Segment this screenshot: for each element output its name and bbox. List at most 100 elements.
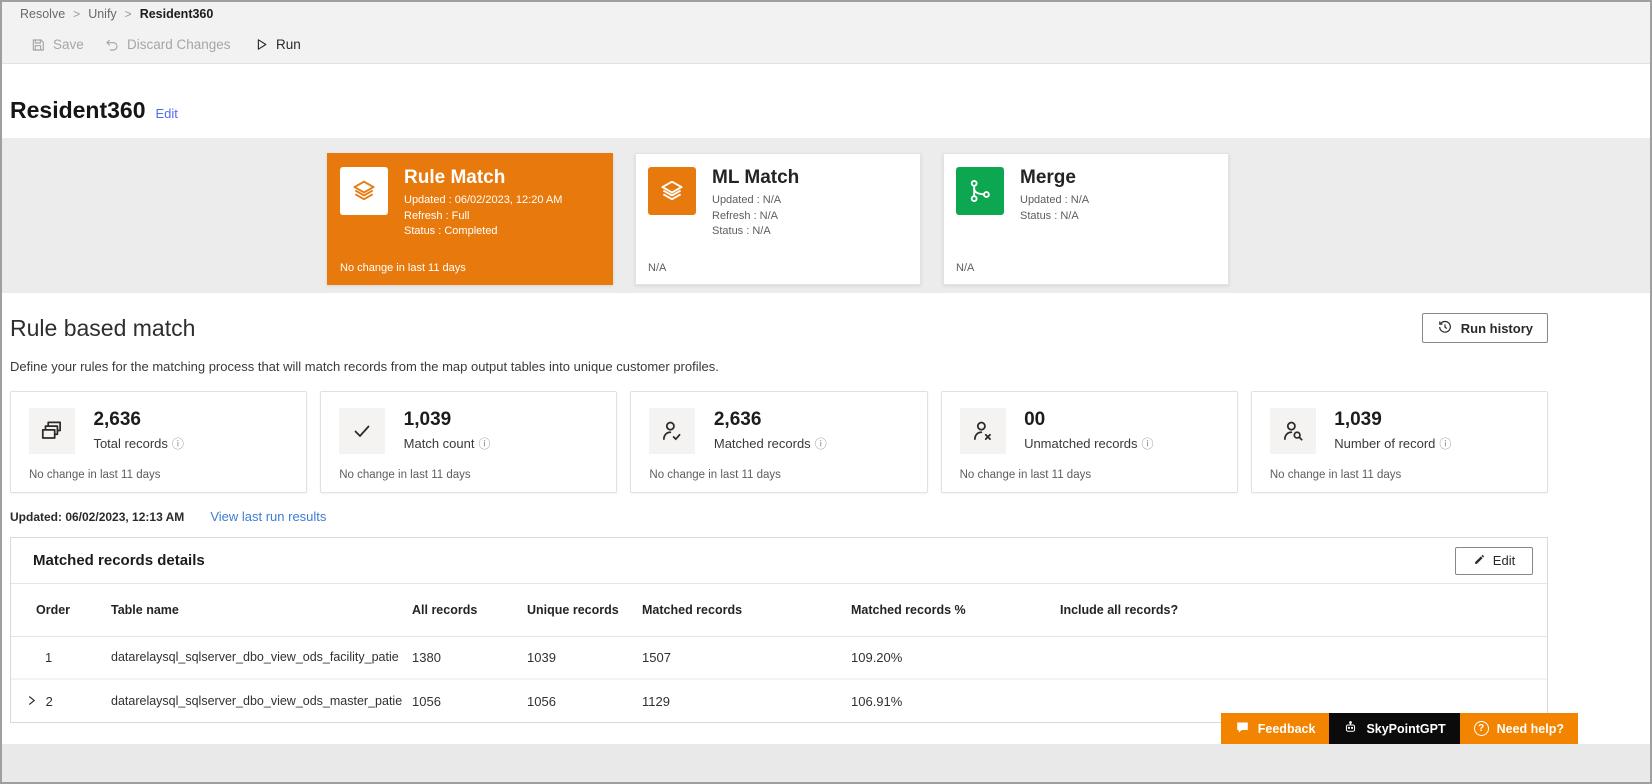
floating-buttons: Feedback SkyPointGPT ? Need help? bbox=[1220, 713, 1578, 744]
section-description: Define your rules for the matching proce… bbox=[10, 359, 719, 374]
question-icon: ? bbox=[1473, 721, 1489, 736]
view-last-run-results-link[interactable]: View last run results bbox=[210, 509, 326, 524]
breadcrumb-resolve[interactable]: Resolve bbox=[20, 7, 65, 21]
run-label: Run bbox=[276, 37, 301, 52]
table-row[interactable]: 1 datarelaysql_sqlserver_dbo_view_ods_fa… bbox=[11, 636, 1547, 679]
card-refresh: Refresh : Full bbox=[404, 209, 470, 222]
card-updated: Updated : 06/02/2023, 12:20 AM bbox=[404, 194, 563, 206]
skypointgpt-button[interactable]: SkyPointGPT bbox=[1329, 713, 1460, 744]
card-status: Status : Completed bbox=[404, 225, 498, 237]
play-icon bbox=[254, 37, 269, 52]
row-order: 1 bbox=[45, 649, 53, 665]
card-title: Merge bbox=[1020, 167, 1076, 188]
save-button[interactable]: Save bbox=[30, 26, 84, 63]
matched-records-panel: Matched records details Edit Order Table… bbox=[10, 537, 1548, 723]
stat-label: Match count bbox=[403, 436, 475, 451]
card-refresh: Refresh : N/A bbox=[712, 209, 779, 222]
info-icon[interactable]: ⓘ bbox=[1142, 437, 1154, 451]
card-title: Rule Match bbox=[404, 167, 506, 188]
card-status: Status : N/A bbox=[1020, 209, 1079, 222]
breadcrumb-separator-icon: > bbox=[73, 7, 81, 21]
skypointgpt-label: SkyPointGPT bbox=[1366, 721, 1446, 736]
stat-label: Number of record bbox=[1334, 436, 1436, 451]
ml-match-card[interactable]: ML Match Updated : N/A Refresh : N/A Sta… bbox=[635, 153, 921, 285]
feedback-label: Feedback bbox=[1257, 721, 1316, 736]
stat-value: 00 bbox=[1024, 409, 1046, 430]
need-help-label: Need help? bbox=[1496, 721, 1564, 736]
info-icon[interactable]: ⓘ bbox=[172, 437, 184, 451]
card-status: Status : N/A bbox=[712, 225, 771, 237]
breadcrumb-unify[interactable]: Unify bbox=[88, 7, 116, 21]
panel-edit-label: Edit bbox=[1492, 553, 1516, 568]
col-table-name: Table name bbox=[111, 602, 179, 617]
info-icon[interactable]: ⓘ bbox=[1439, 437, 1451, 451]
info-icon[interactable]: ⓘ bbox=[478, 437, 490, 451]
run-history-button[interactable]: Run history bbox=[1421, 313, 1548, 343]
stat-match-count: 1,039 Match count ⓘ No change in last 11 … bbox=[320, 391, 618, 493]
stat-footer: No change in last 11 days bbox=[339, 469, 471, 481]
bottom-strip bbox=[2, 744, 1650, 782]
run-history-label: Run history bbox=[1460, 320, 1533, 336]
card-title: ML Match bbox=[712, 167, 800, 188]
col-all-records: All records bbox=[412, 602, 478, 617]
history-icon bbox=[1437, 319, 1453, 338]
feedback-button[interactable]: Feedback bbox=[1220, 713, 1330, 744]
row-order: 2 bbox=[45, 693, 53, 709]
page-title: Resident360 bbox=[10, 97, 146, 123]
card-footer: No change in last 11 days bbox=[340, 262, 466, 274]
info-icon[interactable]: ⓘ bbox=[815, 437, 827, 451]
process-cards-band: Rule Match Updated : 06/02/2023, 12:20 A… bbox=[2, 138, 1650, 293]
layers-icon bbox=[648, 167, 696, 215]
stat-value: 1,039 bbox=[403, 409, 452, 430]
stat-value: 2,636 bbox=[93, 409, 141, 430]
row-matched-records: 1129 bbox=[642, 693, 670, 709]
panel-title: Matched records details bbox=[33, 552, 205, 569]
row-table-name: datarelaysql_sqlserver_dbo_view_ods_mast… bbox=[111, 694, 403, 708]
save-label: Save bbox=[53, 37, 84, 52]
expand-chevron-icon[interactable] bbox=[27, 694, 36, 709]
stat-number-of-record: 1,039 Number of record ⓘ No change in las… bbox=[1250, 391, 1549, 493]
col-matched-records: Matched records bbox=[642, 602, 743, 617]
row-unique-records: 1056 bbox=[527, 693, 556, 709]
card-updated: Updated : N/A bbox=[1020, 194, 1090, 206]
stats-row: 2,636 Total records ⓘ No change in last 1… bbox=[10, 391, 1549, 493]
speech-bubble-icon bbox=[1235, 720, 1250, 738]
row-matched-records-pct: 106.91% bbox=[851, 693, 903, 709]
card-footer: N/A bbox=[956, 262, 975, 274]
matched-records-table: Order Table name All records Unique reco… bbox=[11, 584, 1547, 722]
breadcrumb-separator-icon: > bbox=[124, 7, 132, 21]
layers-icon bbox=[340, 167, 388, 215]
breadcrumb-resident360[interactable]: Resident360 bbox=[140, 7, 214, 21]
card-footer: N/A bbox=[648, 262, 667, 274]
col-unique-records: Unique records bbox=[527, 602, 619, 617]
save-icon bbox=[30, 37, 46, 53]
col-order: Order bbox=[36, 602, 71, 617]
person-search-icon bbox=[1269, 408, 1316, 454]
row-unique-records: 1039 bbox=[527, 649, 556, 665]
pencil-icon bbox=[1473, 553, 1486, 569]
app-window: Resolve > Unify > Resident360 Save Disca… bbox=[0, 0, 1652, 784]
stat-value: 2,636 bbox=[713, 409, 762, 430]
merge-icon bbox=[956, 167, 1004, 215]
section-title: Rule based match bbox=[10, 314, 196, 341]
stat-unmatched-records: 00 Unmatched records ⓘ No change in last … bbox=[940, 391, 1238, 493]
last-updated-text: Updated: 06/02/2023, 12:13 AM bbox=[10, 510, 185, 524]
stat-label: Unmatched records bbox=[1024, 436, 1138, 451]
row-matched-records-pct: 109.20% bbox=[851, 649, 903, 665]
check-icon bbox=[339, 408, 386, 454]
panel-edit-button[interactable]: Edit bbox=[1455, 546, 1533, 575]
command-toolbar: Save Discard Changes Run bbox=[2, 26, 1650, 64]
person-check-icon bbox=[649, 408, 696, 454]
discard-changes-button[interactable]: Discard Changes bbox=[104, 26, 231, 63]
title-edit-link[interactable]: Edit bbox=[156, 106, 178, 121]
stat-label: Matched records bbox=[713, 436, 811, 451]
undo-icon bbox=[104, 37, 120, 53]
stat-label: Total records bbox=[93, 436, 168, 451]
merge-card[interactable]: Merge Updated : N/A Status : N/A N/A bbox=[943, 153, 1229, 285]
robot-icon bbox=[1343, 720, 1358, 738]
run-button[interactable]: Run bbox=[254, 26, 301, 63]
need-help-button[interactable]: ? Need help? bbox=[1459, 713, 1578, 744]
row-all-records: 1056 bbox=[412, 693, 441, 709]
stat-footer: No change in last 11 days bbox=[1269, 469, 1402, 481]
rule-match-card[interactable]: Rule Match Updated : 06/02/2023, 12:20 A… bbox=[327, 153, 613, 285]
